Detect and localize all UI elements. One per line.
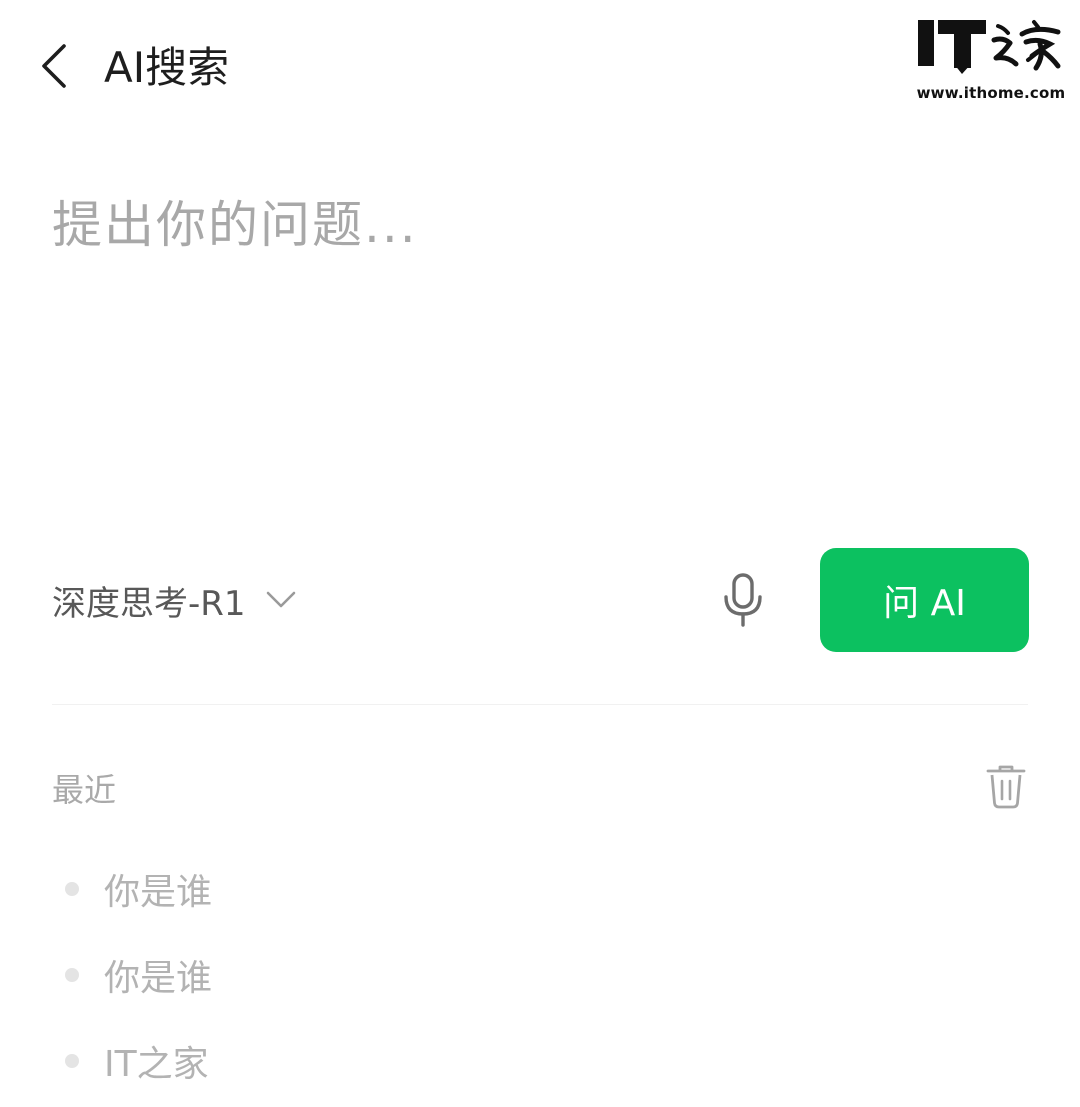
recent-item[interactable]: IT之家	[52, 1018, 1028, 1104]
watermark-url: www.ithome.com	[916, 84, 1066, 102]
clear-history-button[interactable]	[982, 762, 1030, 814]
bullet-dot	[65, 968, 79, 982]
bullet-dot	[65, 882, 79, 896]
recent-item-label: 你是谁	[104, 872, 213, 913]
ask-ai-button[interactable]: 问 AI	[820, 548, 1029, 652]
recent-item-label: 你是谁	[104, 958, 213, 999]
watermark: www.ithome.com	[916, 14, 1066, 106]
back-button[interactable]	[28, 38, 80, 98]
page-title: AI搜索	[104, 43, 230, 92]
model-selector[interactable]: 深度思考-R1	[52, 570, 296, 630]
model-label: 深度思考-R1	[52, 583, 246, 624]
recent-list: 你是谁 你是谁 IT之家	[52, 846, 1028, 1104]
divider	[52, 704, 1028, 705]
microphone-icon	[723, 572, 763, 632]
bullet-dot	[65, 1054, 79, 1068]
chevron-left-icon	[39, 42, 69, 94]
trash-icon	[986, 763, 1026, 813]
question-input[interactable]	[52, 180, 1028, 500]
recent-item-label: IT之家	[104, 1044, 209, 1085]
recent-item[interactable]: 你是谁	[52, 932, 1028, 1018]
top-bar: AI搜索 www.ithome.com	[0, 0, 1080, 140]
chevron-down-icon	[266, 585, 296, 615]
ithome-logo	[918, 20, 1061, 74]
recent-section-title: 最近	[52, 771, 117, 809]
voice-input-button[interactable]	[716, 570, 770, 634]
recent-item[interactable]: 你是谁	[52, 846, 1028, 932]
